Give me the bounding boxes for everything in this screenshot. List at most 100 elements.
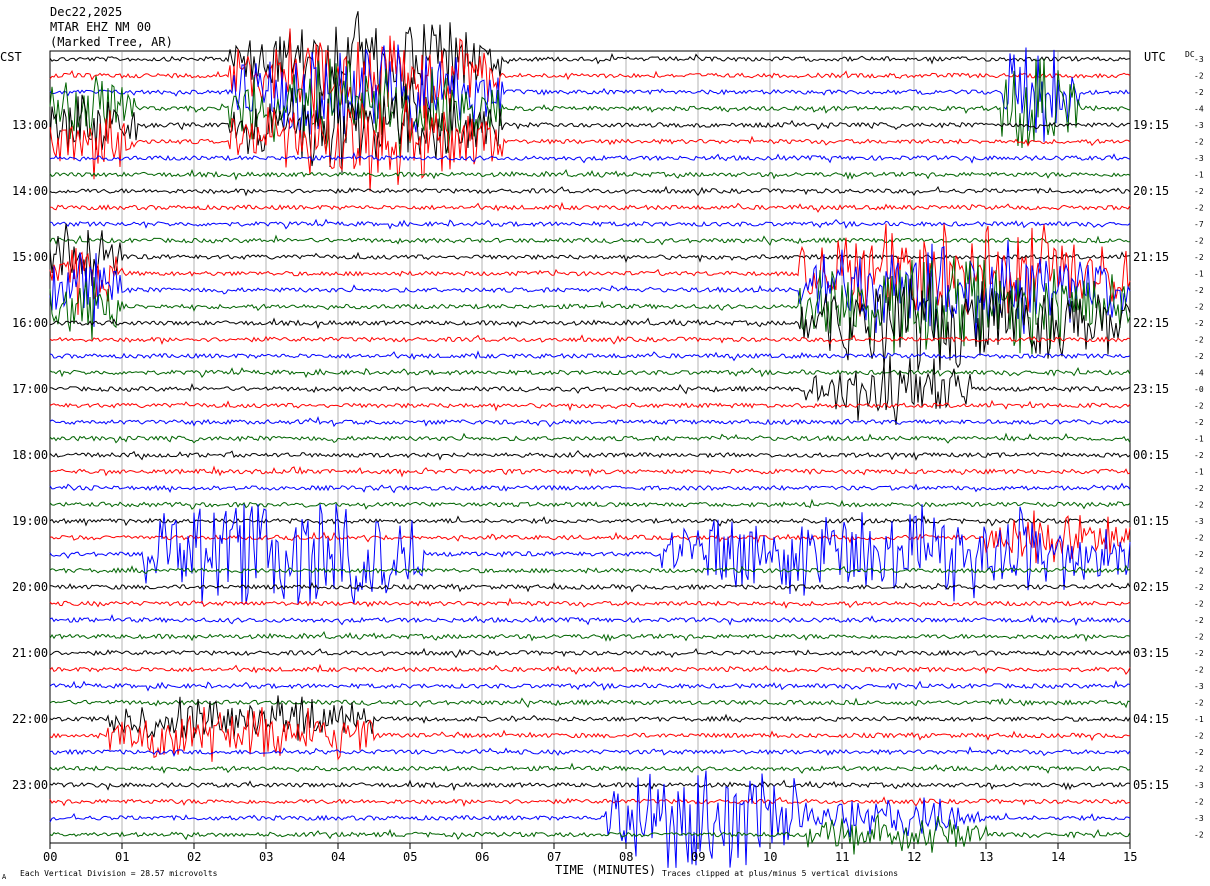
dc-offset-row-33: -2: [1194, 600, 1204, 609]
trace-row-21: [49, 399, 1131, 412]
header-location: (Marked Tree, AR): [50, 35, 173, 49]
x-tick-label-10: 10: [763, 850, 777, 864]
utc-label-0315: 03:15: [1133, 646, 1169, 660]
trace-row-44: [49, 779, 1131, 792]
dc-offset-row-41: -2: [1194, 732, 1204, 741]
utc-label-0015: 00:15: [1133, 448, 1169, 462]
dc-offset-row-37: -2: [1194, 666, 1204, 675]
dc-offset-row-3: -4: [1194, 105, 1204, 114]
cst-label-1600: 16:00: [12, 316, 48, 330]
dc-offset-row-29: -2: [1194, 534, 1204, 543]
dc-offset-row-15: -2: [1194, 303, 1204, 312]
x-tick-label-05: 05: [403, 850, 417, 864]
utc-label-2015: 20:15: [1133, 184, 1169, 198]
cst-label-1800: 18:00: [12, 448, 48, 462]
header-station: MTAR EHZ NM 00: [50, 20, 151, 34]
dc-offset-labels: -3 -2 -2 -4 -3 -2 -3 -1 -2 -2 -7 -2 -2 -1 -2 -2 -2 -2 -2 -4…: [1194, 55, 1204, 840]
trace-row-11: [49, 234, 1130, 247]
division-note: Each Vertical Division = 28.57 microvolt…: [20, 869, 218, 878]
dc-offset-row-0: -3: [1194, 55, 1204, 64]
dc-offset-row-6: -3: [1194, 154, 1204, 163]
trace-row-39: [49, 697, 1131, 709]
x-tick-label-07: 07: [547, 850, 561, 864]
dc-offset-row-24: -2: [1194, 451, 1204, 460]
dc-offset-row-4: -3: [1194, 121, 1204, 130]
dc-offset-row-1: -2: [1194, 72, 1204, 81]
dc-offset-row-44: -3: [1194, 781, 1204, 790]
trace-row-18: [49, 350, 1131, 362]
dc-offset-row-40: -1: [1194, 715, 1204, 724]
trace-row-8: [49, 185, 1131, 197]
trace-row-45: [49, 796, 1131, 808]
dc-offset-row-9: -2: [1194, 204, 1204, 213]
dc-offset-row-26: -2: [1194, 484, 1204, 493]
x-tick-label-09: 09: [691, 850, 705, 864]
dc-offset-row-18: -2: [1194, 352, 1204, 361]
dc-offset-row-17: -2: [1194, 336, 1204, 345]
trace-row-32: [50, 581, 1131, 593]
dc-offset-row-22: -2: [1194, 418, 1204, 427]
trace-row-47: [49, 812, 1131, 855]
cst-label-1500: 15:00: [12, 250, 48, 264]
trace-row-17: [49, 334, 1131, 346]
trace-row-25: [49, 465, 1131, 478]
trace-row-34: [49, 613, 1131, 627]
dc-offset-row-27: -2: [1194, 501, 1204, 510]
dc-offset-row-30: -2: [1194, 550, 1204, 559]
corner-mark: A: [2, 873, 7, 881]
trace-row-19: [49, 367, 1131, 379]
trace-row-38: [49, 680, 1131, 692]
dc-offset-row-47: -2: [1194, 831, 1204, 840]
dc-offset-row-14: -2: [1194, 286, 1204, 295]
dc-offset-row-31: -2: [1194, 567, 1204, 576]
right-zone-label: UTC: [1144, 50, 1166, 64]
x-tick-label-00: 00: [43, 850, 57, 864]
dc-offset-row-5: -2: [1194, 138, 1204, 147]
utc-label-0115: 01:15: [1133, 514, 1169, 528]
dc-offset-row-42: -2: [1194, 748, 1204, 757]
clip-note: Traces clipped at plus/minus 5 vertical …: [662, 869, 898, 878]
trace-row-27: [49, 498, 1131, 510]
x-tick-label-08: 08: [619, 850, 633, 864]
trace-row-22: [49, 416, 1131, 428]
trace-row-20: [49, 355, 1131, 426]
utc-label-2315: 23:15: [1133, 382, 1169, 396]
dc-offset-row-2: -2: [1194, 88, 1204, 97]
dc-offset-row-38: -3: [1194, 682, 1204, 691]
trace-row-4: [49, 77, 1131, 173]
cst-label-2300: 23:00: [12, 778, 48, 792]
seismogram-chart: Dec22,2025 MTAR EHZ NM 00 (Marked Tree, …: [0, 5, 1204, 881]
trace-row-9: [49, 201, 1131, 213]
x-tick-label-12: 12: [907, 850, 921, 864]
dc-offset-row-46: -3: [1194, 814, 1204, 823]
dc-offset-row-10: -7: [1194, 220, 1204, 229]
dc-offset-row-39: -2: [1194, 699, 1204, 708]
dc-offset-row-13: -1: [1194, 270, 1204, 279]
cst-label-1400: 14:00: [12, 184, 48, 198]
cst-hour-labels: 13:00 14:00 15:00 16:00 17:00 18:00 19:00 20:00…: [12, 118, 48, 792]
x-axis-title: TIME (MINUTES): [555, 863, 656, 877]
dc-offset-row-16: -2: [1194, 319, 1204, 328]
x-tick-label-06: 06: [475, 850, 489, 864]
cst-label-1900: 19:00: [12, 514, 48, 528]
x-tick-label-13: 13: [979, 850, 993, 864]
dc-offset-row-11: -2: [1194, 237, 1204, 246]
utc-label-0515: 05:15: [1133, 778, 1169, 792]
utc-label-2215: 22:15: [1133, 316, 1169, 330]
x-tick-label-02: 02: [187, 850, 201, 864]
trace-row-10: [49, 218, 1131, 230]
header-block: Dec22,2025 MTAR EHZ NM 00 (Marked Tree, …: [50, 5, 173, 49]
x-tick-label-03: 03: [259, 850, 273, 864]
dc-offset-row-8: -2: [1194, 187, 1204, 196]
cst-label-2100: 21:00: [12, 646, 48, 660]
dc-offset-row-32: -2: [1194, 583, 1204, 592]
seismic-traces: [49, 11, 1131, 868]
trace-row-35: [49, 630, 1131, 643]
utc-label-0215: 02:15: [1133, 580, 1169, 594]
trace-row-23: [49, 432, 1131, 444]
trace-row-12: [49, 223, 1131, 287]
trace-row-33: [49, 597, 1131, 609]
dc-offset-row-28: -3: [1194, 517, 1204, 526]
cst-label-2200: 22:00: [12, 712, 48, 726]
dc-offset-row-34: -2: [1194, 616, 1204, 625]
